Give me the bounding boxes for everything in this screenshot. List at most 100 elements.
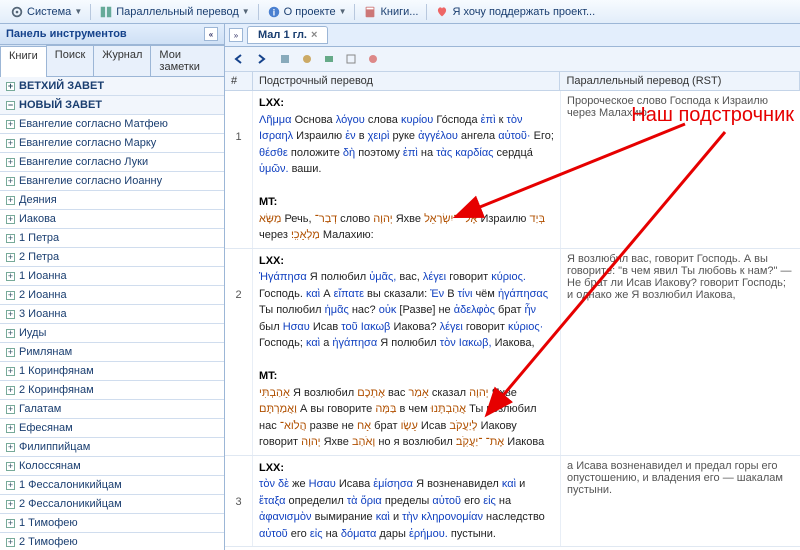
chevron-down-icon: ▼	[339, 7, 347, 16]
book-item[interactable]: +2 Тимофею	[0, 533, 224, 550]
book-item[interactable]: +Галатам	[0, 400, 224, 419]
menu-books-label: Книги...	[380, 6, 418, 18]
heart-icon	[435, 5, 449, 19]
verse-number: 2	[225, 249, 253, 455]
book-list[interactable]: + ВЕТХИЙ ЗАВЕТ − НОВЫЙ ЗАВЕТ +Евангелие …	[0, 77, 224, 550]
menu-about[interactable]: i О проекте ▼	[261, 3, 353, 21]
expand-content-icon[interactable]: »	[229, 28, 243, 42]
expand-icon[interactable]: +	[6, 443, 15, 452]
book-label: 2 Фессалоникийцам	[19, 498, 122, 510]
expand-icon[interactable]: +	[6, 367, 15, 376]
content-toolbar	[225, 47, 800, 72]
expand-icon[interactable]: +	[6, 386, 15, 395]
book-label: Иуды	[19, 327, 46, 339]
section-ot[interactable]: + ВЕТХИЙ ЗАВЕТ	[0, 77, 224, 96]
expand-icon[interactable]: +	[6, 519, 15, 528]
expand-icon[interactable]: +	[6, 120, 15, 129]
book-label: 3 Иоанна	[19, 308, 67, 320]
nav-prev-icon[interactable]	[229, 49, 249, 69]
book-item[interactable]: +Иакова	[0, 210, 224, 229]
book-item[interactable]: +Филиппийцам	[0, 438, 224, 457]
verse-parallel: а Исава возненавидел и предал горы его о…	[561, 456, 800, 547]
expand-icon[interactable]: +	[6, 405, 15, 414]
expand-icon[interactable]: +	[6, 329, 15, 338]
verse-row: 3LXX:τὸν δὲ же Ησαυ Исава ἐμίσησα Я возн…	[225, 456, 800, 548]
book-item[interactable]: + Деяния	[0, 191, 224, 210]
book-label: 2 Петра	[19, 251, 59, 263]
book-item[interactable]: + Евангелие согласно Луки	[0, 153, 224, 172]
columns-icon	[99, 5, 113, 19]
book-item[interactable]: +2 Коринфянам	[0, 381, 224, 400]
tab-books[interactable]: Книги	[0, 46, 47, 77]
sidebar-title: Панель инструментов	[6, 28, 127, 40]
tool-icon[interactable]	[341, 49, 361, 69]
col-number: #	[225, 72, 253, 90]
book-item[interactable]: +1 Коринфянам	[0, 362, 224, 381]
expand-icon[interactable]: +	[6, 177, 15, 186]
expand-icon[interactable]: +	[6, 272, 15, 281]
tool-icon[interactable]	[319, 49, 339, 69]
content-tabbar: » Мал 1 гл. ×	[225, 24, 800, 47]
content-tab[interactable]: Мал 1 гл. ×	[247, 26, 328, 44]
tab-journal[interactable]: Журнал	[93, 45, 151, 76]
tool-icon[interactable]	[275, 49, 295, 69]
menu-system[interactable]: Система ▼	[4, 3, 88, 21]
expand-icon[interactable]: +	[6, 424, 15, 433]
book-item[interactable]: +Ефесянам	[0, 419, 224, 438]
book-item[interactable]: +2 Петра	[0, 248, 224, 267]
book-label: 1 Иоанна	[19, 270, 67, 282]
tab-notes[interactable]: Мои заметки	[150, 45, 225, 76]
expand-icon[interactable]: +	[6, 82, 15, 91]
book-item[interactable]: +Колоссянам	[0, 457, 224, 476]
book-item[interactable]: + Евангелие согласно Иоанну	[0, 172, 224, 191]
expand-icon[interactable]: +	[6, 253, 15, 262]
menu-support[interactable]: Я хочу поддержать проект...	[429, 3, 601, 21]
expand-icon[interactable]: +	[6, 291, 15, 300]
expand-icon[interactable]: +	[6, 158, 15, 167]
verse-row: 1LXX:Λῆμμα Основа λόγου слова κυρίου Го́…	[225, 91, 800, 249]
verse-number: 1	[225, 91, 253, 248]
menu-books[interactable]: Книги...	[357, 3, 424, 21]
expand-icon[interactable]: +	[6, 234, 15, 243]
book-label: Евангелие согласно Иоанну	[19, 175, 162, 187]
book-item[interactable]: +2 Фессалоникийцам	[0, 495, 224, 514]
book-item[interactable]: +1 Тимофею	[0, 514, 224, 533]
verse-list[interactable]: 1LXX:Λῆμμα Основа λόγου слова κυρίου Го́…	[225, 91, 800, 550]
content-area: » Мал 1 гл. × # Подстрочный перевод Пара…	[225, 24, 800, 550]
book-item[interactable]: + Иуды	[0, 324, 224, 343]
menu-parallel[interactable]: Параллельный перевод ▼	[93, 3, 255, 21]
collapse-icon[interactable]: −	[6, 101, 15, 110]
book-item[interactable]: +Евангелие согласно Марку	[0, 134, 224, 153]
expand-icon[interactable]: +	[6, 348, 15, 357]
sidebar-header: Панель инструментов «	[0, 24, 224, 45]
collapse-icon[interactable]: «	[204, 27, 218, 41]
tool-icon[interactable]	[363, 49, 383, 69]
expand-icon[interactable]: +	[6, 462, 15, 471]
expand-icon[interactable]: +	[6, 310, 15, 319]
book-item[interactable]: +1 Петра	[0, 229, 224, 248]
verse-number: 3	[225, 456, 253, 547]
book-label: Деяния	[19, 194, 57, 206]
tab-search[interactable]: Поиск	[46, 45, 94, 76]
book-label: 2 Коринфянам	[19, 384, 94, 396]
verse-row: 2LXX:Ἠγάπησα Я полюбил ὑμᾶς, вас, λέγει …	[225, 249, 800, 456]
tool-icon[interactable]	[297, 49, 317, 69]
book-item[interactable]: +1 Фессалоникийцам	[0, 476, 224, 495]
section-nt[interactable]: − НОВЫЙ ЗАВЕТ	[0, 96, 224, 115]
expand-icon[interactable]: +	[6, 215, 15, 224]
book-item[interactable]: +Римлянам	[0, 343, 224, 362]
book-item[interactable]: +2 Иоанна	[0, 286, 224, 305]
book-item[interactable]: +1 Иоанна	[0, 267, 224, 286]
book-item[interactable]: +3 Иоанна	[0, 305, 224, 324]
menu-parallel-label: Параллельный перевод	[116, 6, 239, 18]
book-item[interactable]: +Евангелие согласно Матфею	[0, 115, 224, 134]
expand-icon[interactable]: +	[6, 500, 15, 509]
expand-icon[interactable]: +	[6, 481, 15, 490]
book-label: Евангелие согласно Луки	[19, 156, 148, 168]
expand-icon[interactable]: +	[6, 538, 15, 547]
expand-icon[interactable]: +	[6, 139, 15, 148]
book-label: 2 Иоанна	[19, 289, 67, 301]
nav-next-icon[interactable]	[251, 49, 271, 69]
expand-icon[interactable]: +	[6, 196, 15, 205]
close-icon[interactable]: ×	[311, 29, 317, 41]
